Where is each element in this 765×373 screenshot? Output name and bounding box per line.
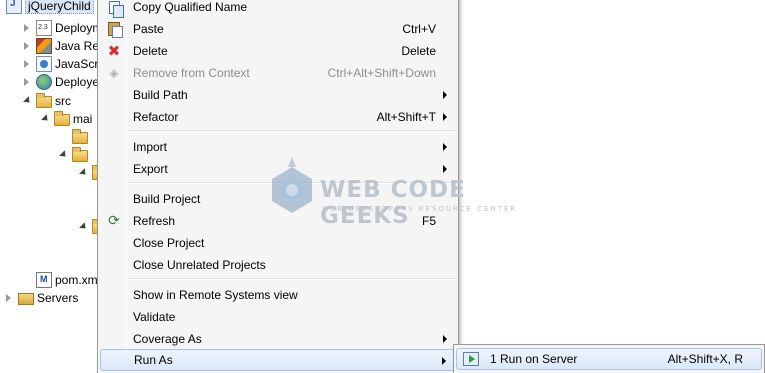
menu-separator	[128, 130, 456, 132]
pom-file-icon	[36, 272, 52, 288]
menu-item-shortcut: Ctrl+V	[402, 22, 436, 36]
submenu-arrow-icon	[443, 143, 447, 151]
menu-item-shortcut: Alt+Shift+T	[376, 110, 436, 124]
menu-item-run-as[interactable]: Run As	[100, 349, 456, 371]
menu-item-label: Close Project	[133, 236, 205, 250]
submenu-arrow-icon	[442, 357, 446, 365]
collapse-icon[interactable]	[22, 96, 32, 106]
folder-icon	[54, 111, 70, 126]
tree-item-pom[interactable]: pom.xm	[36, 271, 98, 289]
menu-item-shortcut: Delete	[401, 44, 436, 58]
menu-item-build-path[interactable]: Build Path	[100, 84, 456, 106]
expand-icon[interactable]	[22, 59, 32, 69]
menu-separator	[128, 278, 456, 280]
submenu-arrow-icon	[443, 113, 447, 121]
project-explorer-tree: jQueryChild Deploym Java Res JavaScri De…	[0, 0, 110, 373]
menu-item-delete[interactable]: ✖ Delete Delete	[100, 40, 456, 62]
tree-item-label: Servers	[37, 291, 79, 305]
expand-icon[interactable]	[22, 23, 32, 33]
delete-icon: ✖	[107, 41, 121, 60]
tree-item-label: JavaScri	[55, 57, 102, 71]
menu-item-validate[interactable]: Validate	[100, 306, 456, 328]
submenu-arrow-icon	[443, 91, 447, 99]
tree-item-deployment-descriptor[interactable]: Deploym	[22, 19, 102, 37]
menu-item-label: Remove from Context	[133, 66, 250, 80]
menu-item-label: Close Unrelated Projects	[133, 258, 266, 272]
paste-icon	[106, 21, 123, 38]
deployment-descriptor-icon	[36, 20, 52, 36]
menu-item-copy-qualified-name[interactable]: Copy Qualified Name	[100, 0, 456, 18]
menu-item-label: Show in Remote Systems view	[133, 288, 298, 302]
menu-item-close-project[interactable]: Close Project	[100, 232, 456, 254]
menu-item-show-in-remote-systems[interactable]: Show in Remote Systems view	[100, 284, 456, 306]
tree-item-project[interactable]: jQueryChild	[6, 0, 94, 15]
globe-icon	[36, 74, 52, 90]
menu-item-label: Import	[133, 140, 168, 154]
menu-item-label: Refresh	[133, 214, 176, 228]
tree-item-folder[interactable]	[72, 128, 91, 146]
collapse-icon[interactable]	[78, 222, 88, 232]
javascript-resources-icon	[36, 56, 52, 72]
refresh-icon: ⟳	[108, 213, 120, 229]
tree-item-label: Deploym	[55, 21, 103, 35]
servers-folder-icon	[18, 293, 34, 305]
submenu-item-run-on-server[interactable]: 1 Run on Server Alt+Shift+X, R	[456, 348, 762, 370]
menu-item-label: Paste	[133, 22, 164, 36]
menu-item-paste[interactable]: Paste Ctrl+V	[100, 18, 456, 40]
tree-item-javascript-resources[interactable]: JavaScri	[22, 55, 101, 73]
menu-item-label: Validate	[133, 310, 176, 324]
menu-item-label: Copy Qualified Name	[133, 0, 248, 14]
tree-item-servers[interactable]: Servers	[4, 289, 78, 307]
run-on-server-icon	[463, 352, 479, 366]
folder-icon	[72, 147, 88, 162]
tree-item-deployed-resources[interactable]: Deploye	[22, 73, 99, 91]
expand-icon[interactable]	[22, 41, 32, 51]
submenu-arrow-icon	[443, 335, 447, 343]
tree-item-label: jQueryChild	[25, 0, 94, 14]
menu-item-refactor[interactable]: Refactor Alt+Shift+T	[100, 106, 456, 128]
menu-item-close-unrelated-projects[interactable]: Close Unrelated Projects	[100, 254, 456, 276]
menu-item-label: Run As	[134, 353, 173, 367]
run-as-submenu: 1 Run on Server Alt+Shift+X, R	[453, 344, 765, 373]
menu-item-shortcut: Ctrl+Alt+Shift+Down	[327, 66, 436, 80]
submenu-item-label: 1 Run on Server	[490, 352, 578, 366]
expand-icon[interactable]	[4, 293, 14, 303]
expand-icon[interactable]	[22, 77, 32, 87]
java-resources-icon	[36, 38, 52, 54]
collapse-icon[interactable]	[78, 168, 88, 178]
collapse-icon[interactable]	[58, 150, 68, 160]
menu-item-label: Refactor	[133, 110, 179, 124]
menu-item-label: Coverage As	[133, 332, 202, 346]
menu-item-label: Delete	[133, 44, 168, 58]
tree-item-label: Deploye	[55, 75, 100, 89]
web-code-geeks-watermark: WEB CODE GEEKS WEB DEVELOPERS RESOURCE C…	[262, 153, 515, 229]
menu-item-remove-from-context: ◈ Remove from Context Ctrl+Alt+Shift+Dow…	[100, 62, 456, 84]
folder-icon	[72, 129, 88, 144]
menu-item-coverage-as[interactable]: Coverage As	[100, 328, 456, 350]
project-icon	[6, 0, 22, 14]
tree-item-java-resources[interactable]: Java Res	[22, 37, 105, 55]
menu-item-label: Build Path	[133, 88, 188, 102]
watermark-subtitle: WEB DEVELOPERS RESOURCE CENTER	[322, 205, 518, 213]
menu-item-label: Export	[133, 162, 168, 176]
tree-item-label: src	[55, 94, 71, 108]
menu-item-label: Build Project	[133, 192, 201, 206]
submenu-item-shortcut: Alt+Shift+X, R	[667, 352, 743, 366]
tree-item-folder[interactable]	[58, 146, 91, 164]
watermark-logo-icon	[272, 157, 312, 213]
tree-item-main[interactable]: mai	[40, 110, 92, 128]
remove-context-icon: ◈	[109, 66, 119, 80]
tree-item-src[interactable]: src	[22, 92, 71, 110]
tree-item-label: mai	[73, 112, 93, 126]
tree-item-label: pom.xm	[55, 273, 98, 287]
folder-icon	[36, 93, 52, 108]
collapse-icon[interactable]	[40, 114, 50, 124]
watermark-title: WEB CODE GEEKS	[320, 177, 466, 229]
copy-icon	[106, 0, 124, 18]
